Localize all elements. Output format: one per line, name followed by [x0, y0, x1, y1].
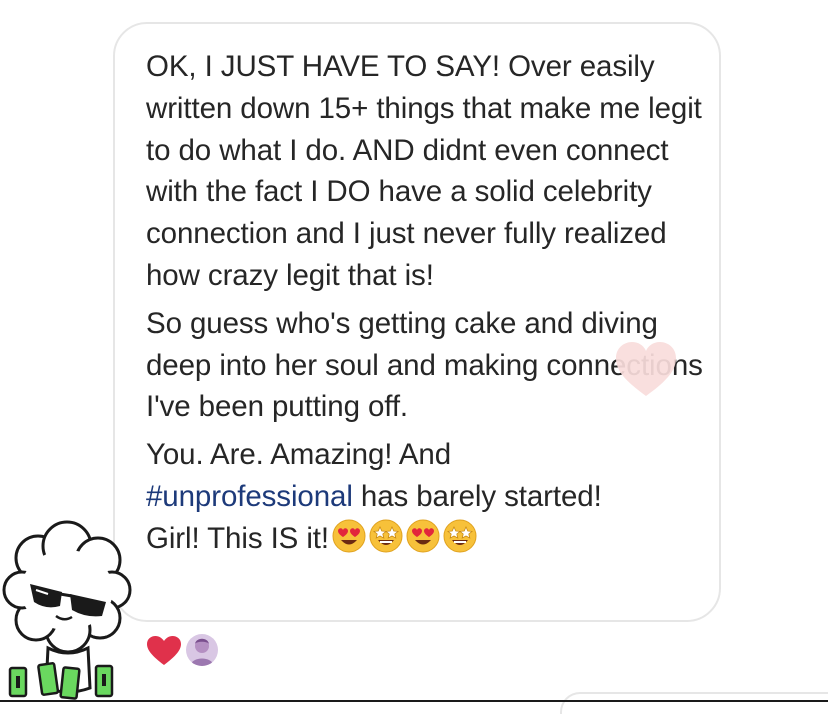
message-text: OK, I JUST HAVE TO SAY! Over easily writ…	[146, 46, 706, 560]
next-message-bubble-edge	[560, 692, 828, 714]
cloud-mascot-sticker-icon	[2, 520, 132, 700]
message-paragraph-1: OK, I JUST HAVE TO SAY! Over easily writ…	[146, 50, 702, 292]
message-paragraph-3: You. Are. Amazing! And #unprofessional h…	[146, 434, 706, 559]
heart-eyes-emoji-icon	[406, 519, 440, 553]
message-line-5: Girl! This IS it!	[146, 521, 329, 555]
star-struck-emoji-icon	[443, 519, 477, 553]
heart-eyes-emoji-icon	[332, 519, 366, 553]
heart-icon[interactable]	[146, 635, 182, 667]
star-struck-emoji-icon	[369, 519, 403, 553]
message-line-3: You. Are. Amazing! And	[146, 438, 452, 472]
avatar[interactable]	[184, 632, 220, 668]
hashtag-link[interactable]: #unprofessional	[146, 480, 353, 513]
heart-sticker-icon	[616, 342, 676, 396]
message-line-4: has barely started!	[352, 479, 602, 513]
avatar-image	[186, 634, 218, 666]
